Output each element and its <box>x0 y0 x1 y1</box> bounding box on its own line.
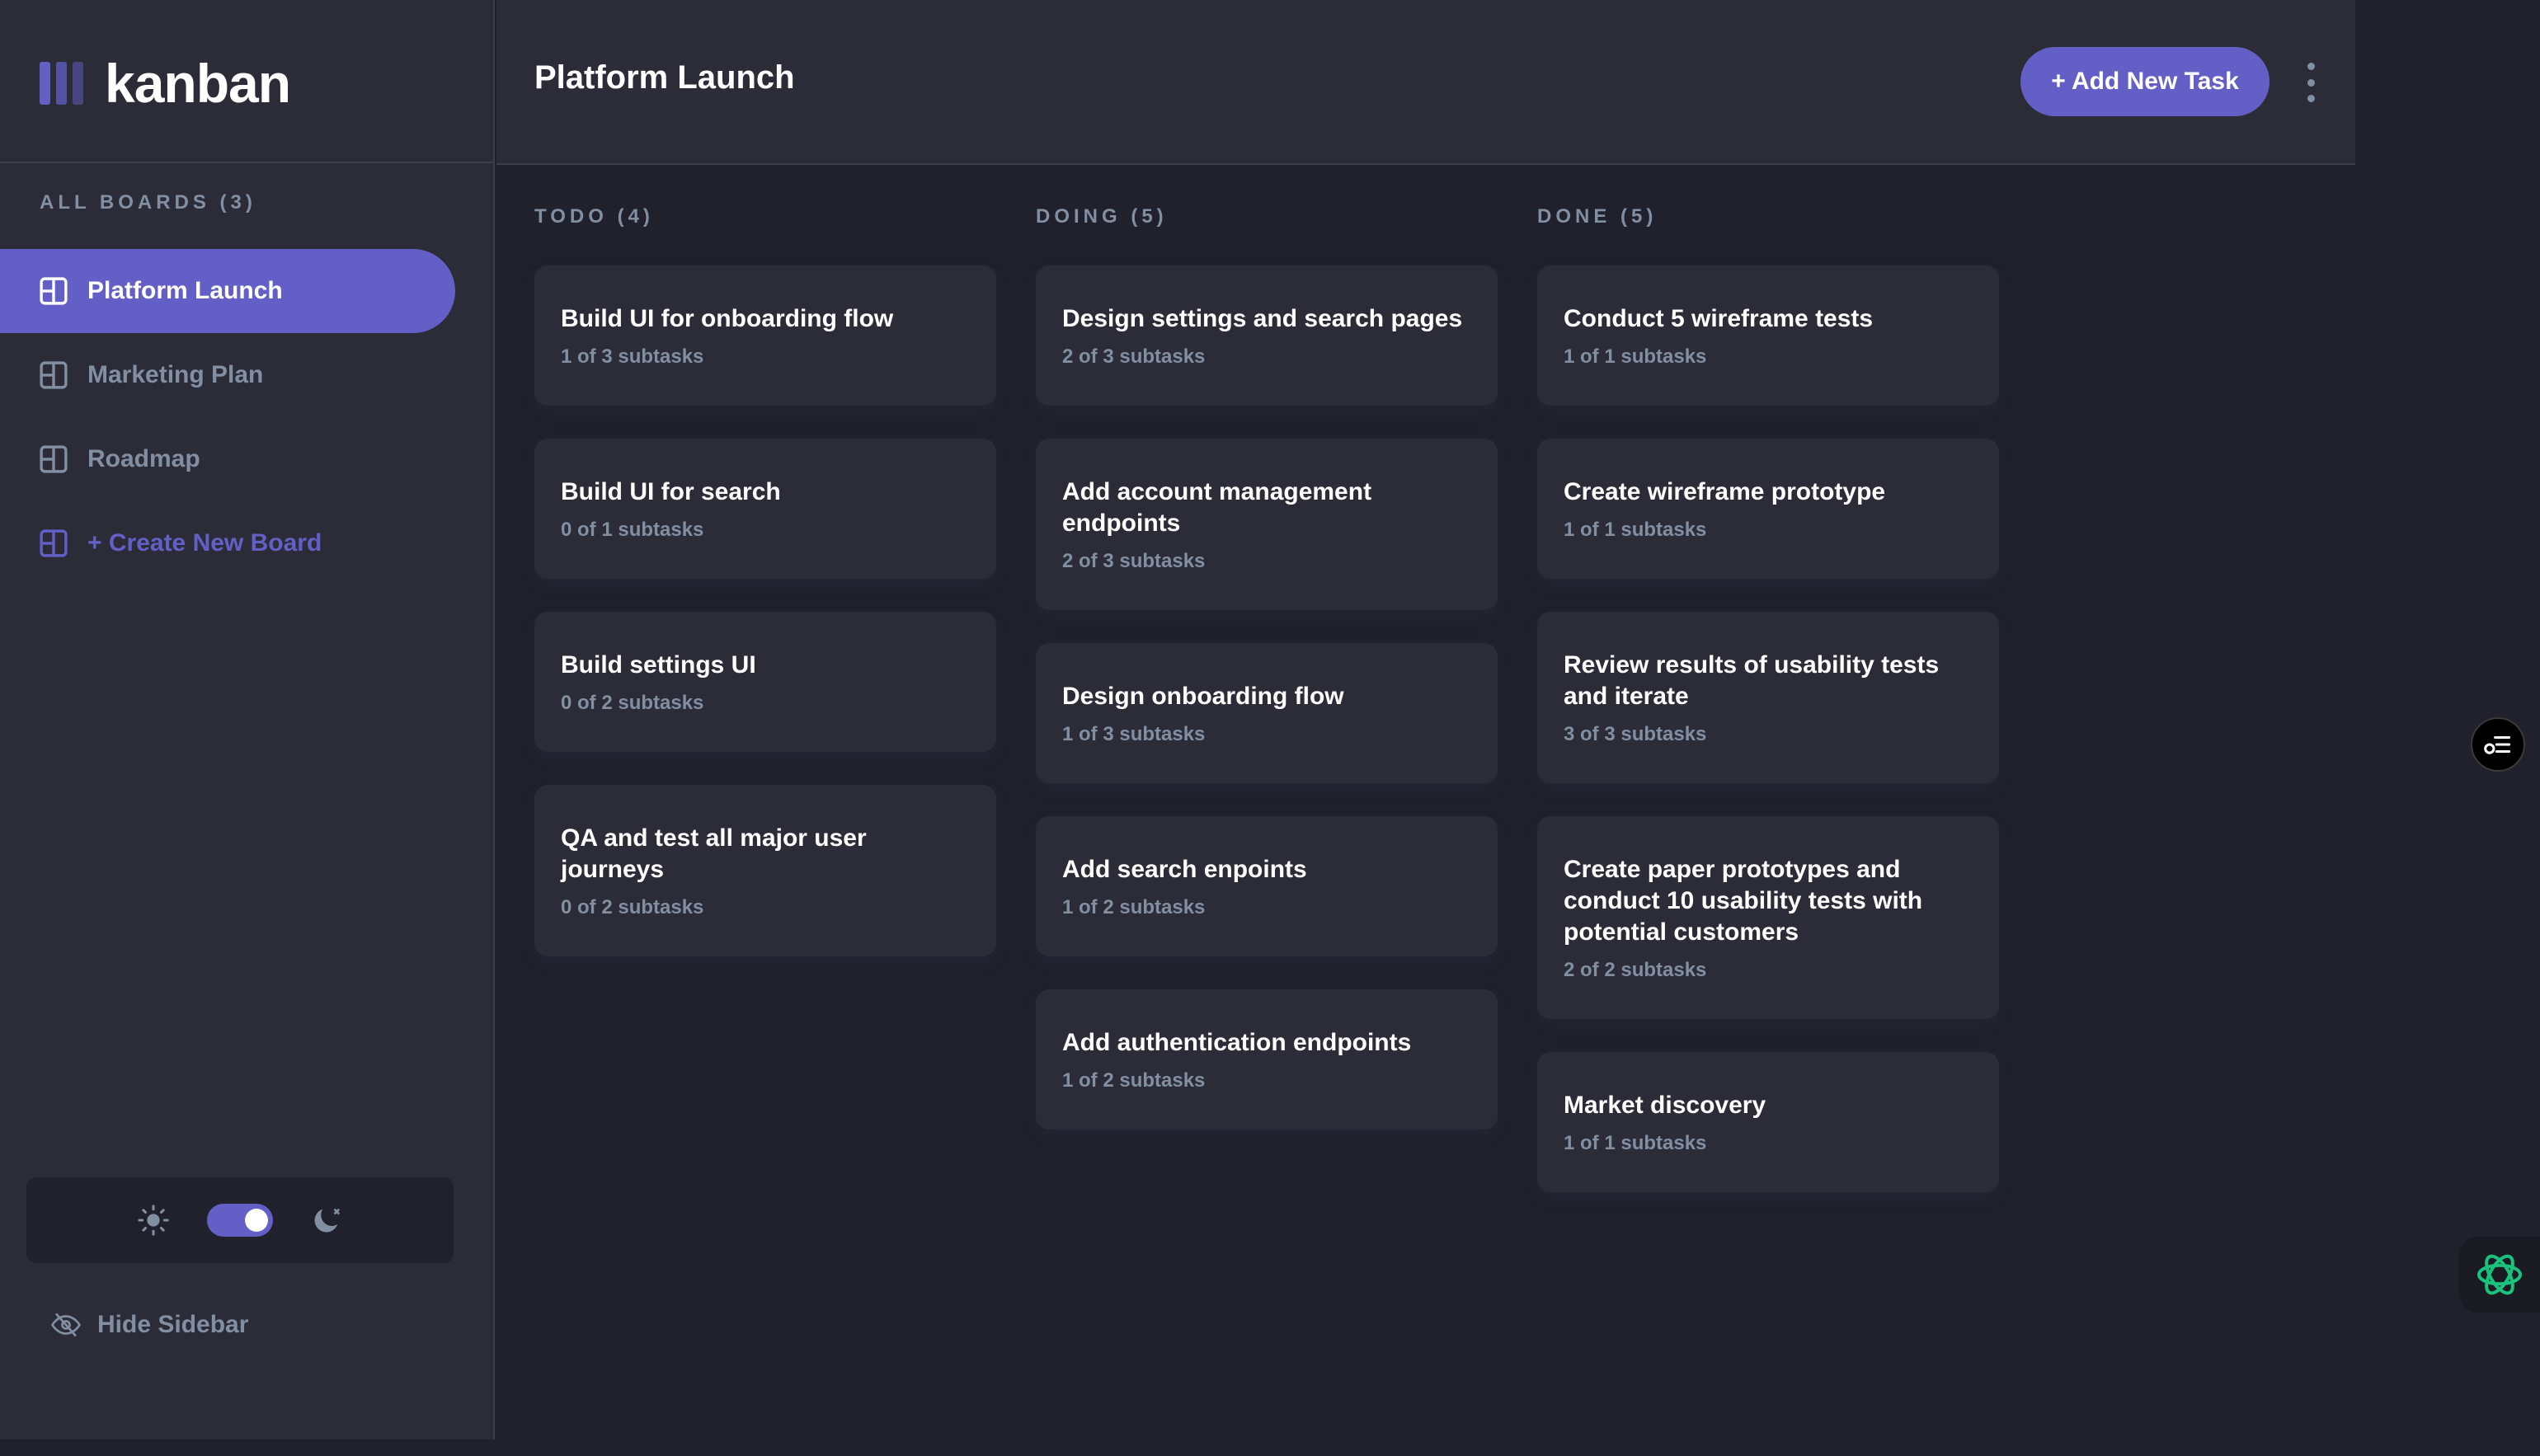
task-subtasks: 2 of 2 subtasks <box>1564 959 1707 981</box>
task-card[interactable]: Market discovery 1 of 1 subtasks <box>1537 1052 1999 1192</box>
board-icon <box>40 445 68 473</box>
column-todo: TODO (4) Build UI for onboarding flow 1 … <box>534 203 996 1225</box>
create-new-board-label: + Create New Board <box>87 529 322 557</box>
board-item-marketing-plan[interactable]: Marketing Plan <box>0 333 455 417</box>
task-title: Add authentication endpoints <box>1062 1029 1412 1056</box>
sidebar: kanban ALL BOARDS (3) Platform Launch Ma… <box>0 0 495 1440</box>
task-subtasks: 0 of 2 subtasks <box>561 896 704 918</box>
hide-sidebar-label: Hide Sidebar <box>97 1311 249 1338</box>
task-card[interactable]: Build settings UI 0 of 2 subtasks <box>534 612 996 752</box>
board-columns: TODO (4) Build UI for onboarding flow 1 … <box>534 203 1999 1225</box>
kanban-app: kanban ALL BOARDS (3) Platform Launch Ma… <box>0 0 2540 1456</box>
theme-toggle-switch[interactable] <box>207 1204 273 1237</box>
task-card[interactable]: Add authentication endpoints 1 of 2 subt… <box>1036 989 1498 1130</box>
task-title: Conduct 5 wireframe tests <box>1564 305 1874 332</box>
column-heading: DOING (5) <box>1036 203 1498 231</box>
logo: kanban <box>40 46 291 120</box>
board-item-label: Marketing Plan <box>87 361 264 388</box>
column-done: DONE (5) Conduct 5 wireframe tests 1 of … <box>1537 203 1999 1225</box>
task-title: Build settings UI <box>561 651 756 679</box>
logo-icon <box>40 62 83 105</box>
board-item-label: Platform Launch <box>87 277 283 304</box>
sun-icon <box>138 1205 169 1236</box>
theme-toggle <box>26 1177 454 1263</box>
task-subtasks: 1 of 1 subtasks <box>1564 345 1707 368</box>
task-subtasks: 3 of 3 subtasks <box>1564 723 1707 745</box>
task-title: Market discovery <box>1564 1092 1766 1119</box>
task-card[interactable]: Review results of usability tests and it… <box>1537 612 1999 783</box>
eye-slash-icon <box>51 1313 81 1337</box>
task-subtasks: 1 of 3 subtasks <box>1062 723 1206 745</box>
board-item-platform-launch[interactable]: Platform Launch <box>0 249 455 333</box>
assistant-logo-icon[interactable] <box>2459 1237 2540 1313</box>
sidebar-divider <box>0 162 495 163</box>
task-title: Add account management endpoints <box>1062 478 1372 537</box>
vertical-ellipsis-icon[interactable] <box>2304 63 2317 102</box>
task-card[interactable]: Design onboarding flow 1 of 3 subtasks <box>1036 643 1498 783</box>
task-subtasks: 1 of 2 subtasks <box>1062 896 1206 918</box>
task-title: Create wireframe prototype <box>1564 478 1886 505</box>
task-card[interactable]: Design settings and search pages 2 of 3 … <box>1036 265 1498 406</box>
task-subtasks: 1 of 1 subtasks <box>1564 519 1707 541</box>
task-title: Create paper prototypes and conduct 10 u… <box>1564 856 1923 946</box>
header: Platform Launch + Add New Task <box>496 0 2355 165</box>
task-card[interactable]: Conduct 5 wireframe tests 1 of 1 subtask… <box>1537 265 1999 406</box>
add-new-task-button[interactable]: + Add New Task <box>2020 47 2270 116</box>
task-title: Build UI for search <box>561 478 781 505</box>
task-subtasks: 2 of 3 subtasks <box>1062 345 1206 368</box>
task-title: Design settings and search pages <box>1062 305 1463 332</box>
column-count: (4) <box>617 205 654 228</box>
logo-text: kanban <box>105 53 291 114</box>
column-name: TODO <box>534 205 608 228</box>
board-item-roadmap[interactable]: Roadmap <box>0 417 455 501</box>
task-subtasks: 1 of 3 subtasks <box>561 345 704 368</box>
board-item-label: Roadmap <box>87 445 200 472</box>
column-name: DONE <box>1537 205 1611 228</box>
board-list: Platform Launch Marketing Plan Roadmap +… <box>0 249 455 585</box>
task-card[interactable]: Add account management endpoints 2 of 3 … <box>1036 439 1498 610</box>
moon-icon <box>314 1208 341 1233</box>
task-subtasks: 2 of 3 subtasks <box>1062 550 1206 572</box>
board-icon <box>40 361 68 389</box>
column-count: (5) <box>1620 205 1658 228</box>
task-card[interactable]: Build UI for search 0 of 1 subtasks <box>534 439 996 579</box>
task-title: Review results of usability tests and it… <box>1564 651 1940 710</box>
hide-sidebar-button[interactable]: Hide Sidebar <box>51 1311 248 1339</box>
column-count: (5) <box>1131 205 1168 228</box>
task-title: QA and test all major user journeys <box>561 824 867 883</box>
list-settings-icon[interactable] <box>2471 717 2525 772</box>
board-icon <box>40 277 68 305</box>
task-card[interactable]: Create wireframe prototype 1 of 1 subtas… <box>1537 439 1999 579</box>
toggle-knob <box>245 1209 268 1232</box>
task-subtasks: 1 of 1 subtasks <box>1564 1132 1707 1154</box>
task-title: Add search enpoints <box>1062 856 1307 883</box>
task-card[interactable]: Create paper prototypes and conduct 10 u… <box>1537 816 1999 1019</box>
board-icon <box>40 529 68 557</box>
task-title: Design onboarding flow <box>1062 683 1344 710</box>
column-heading: TODO (4) <box>534 203 996 231</box>
page-title: Platform Launch <box>534 59 795 96</box>
create-new-board-button[interactable]: + Create New Board <box>0 501 455 585</box>
all-boards-heading: ALL BOARDS (3) <box>40 191 256 214</box>
task-card[interactable]: Add search enpoints 1 of 2 subtasks <box>1036 816 1498 956</box>
list-settings-glyph <box>2484 735 2511 754</box>
task-title: Build UI for onboarding flow <box>561 305 894 332</box>
task-card[interactable]: QA and test all major user journeys 0 of… <box>534 785 996 956</box>
task-subtasks: 0 of 2 subtasks <box>561 692 704 714</box>
task-subtasks: 1 of 2 subtasks <box>1062 1069 1206 1092</box>
column-heading: DONE (5) <box>1537 203 1999 231</box>
task-subtasks: 0 of 1 subtasks <box>561 519 704 541</box>
column-name: DOING <box>1036 205 1122 228</box>
assistant-glyph <box>2477 1254 2522 1295</box>
column-doing: DOING (5) Design settings and search pag… <box>1036 203 1498 1225</box>
task-card[interactable]: Build UI for onboarding flow 1 of 3 subt… <box>534 265 996 406</box>
